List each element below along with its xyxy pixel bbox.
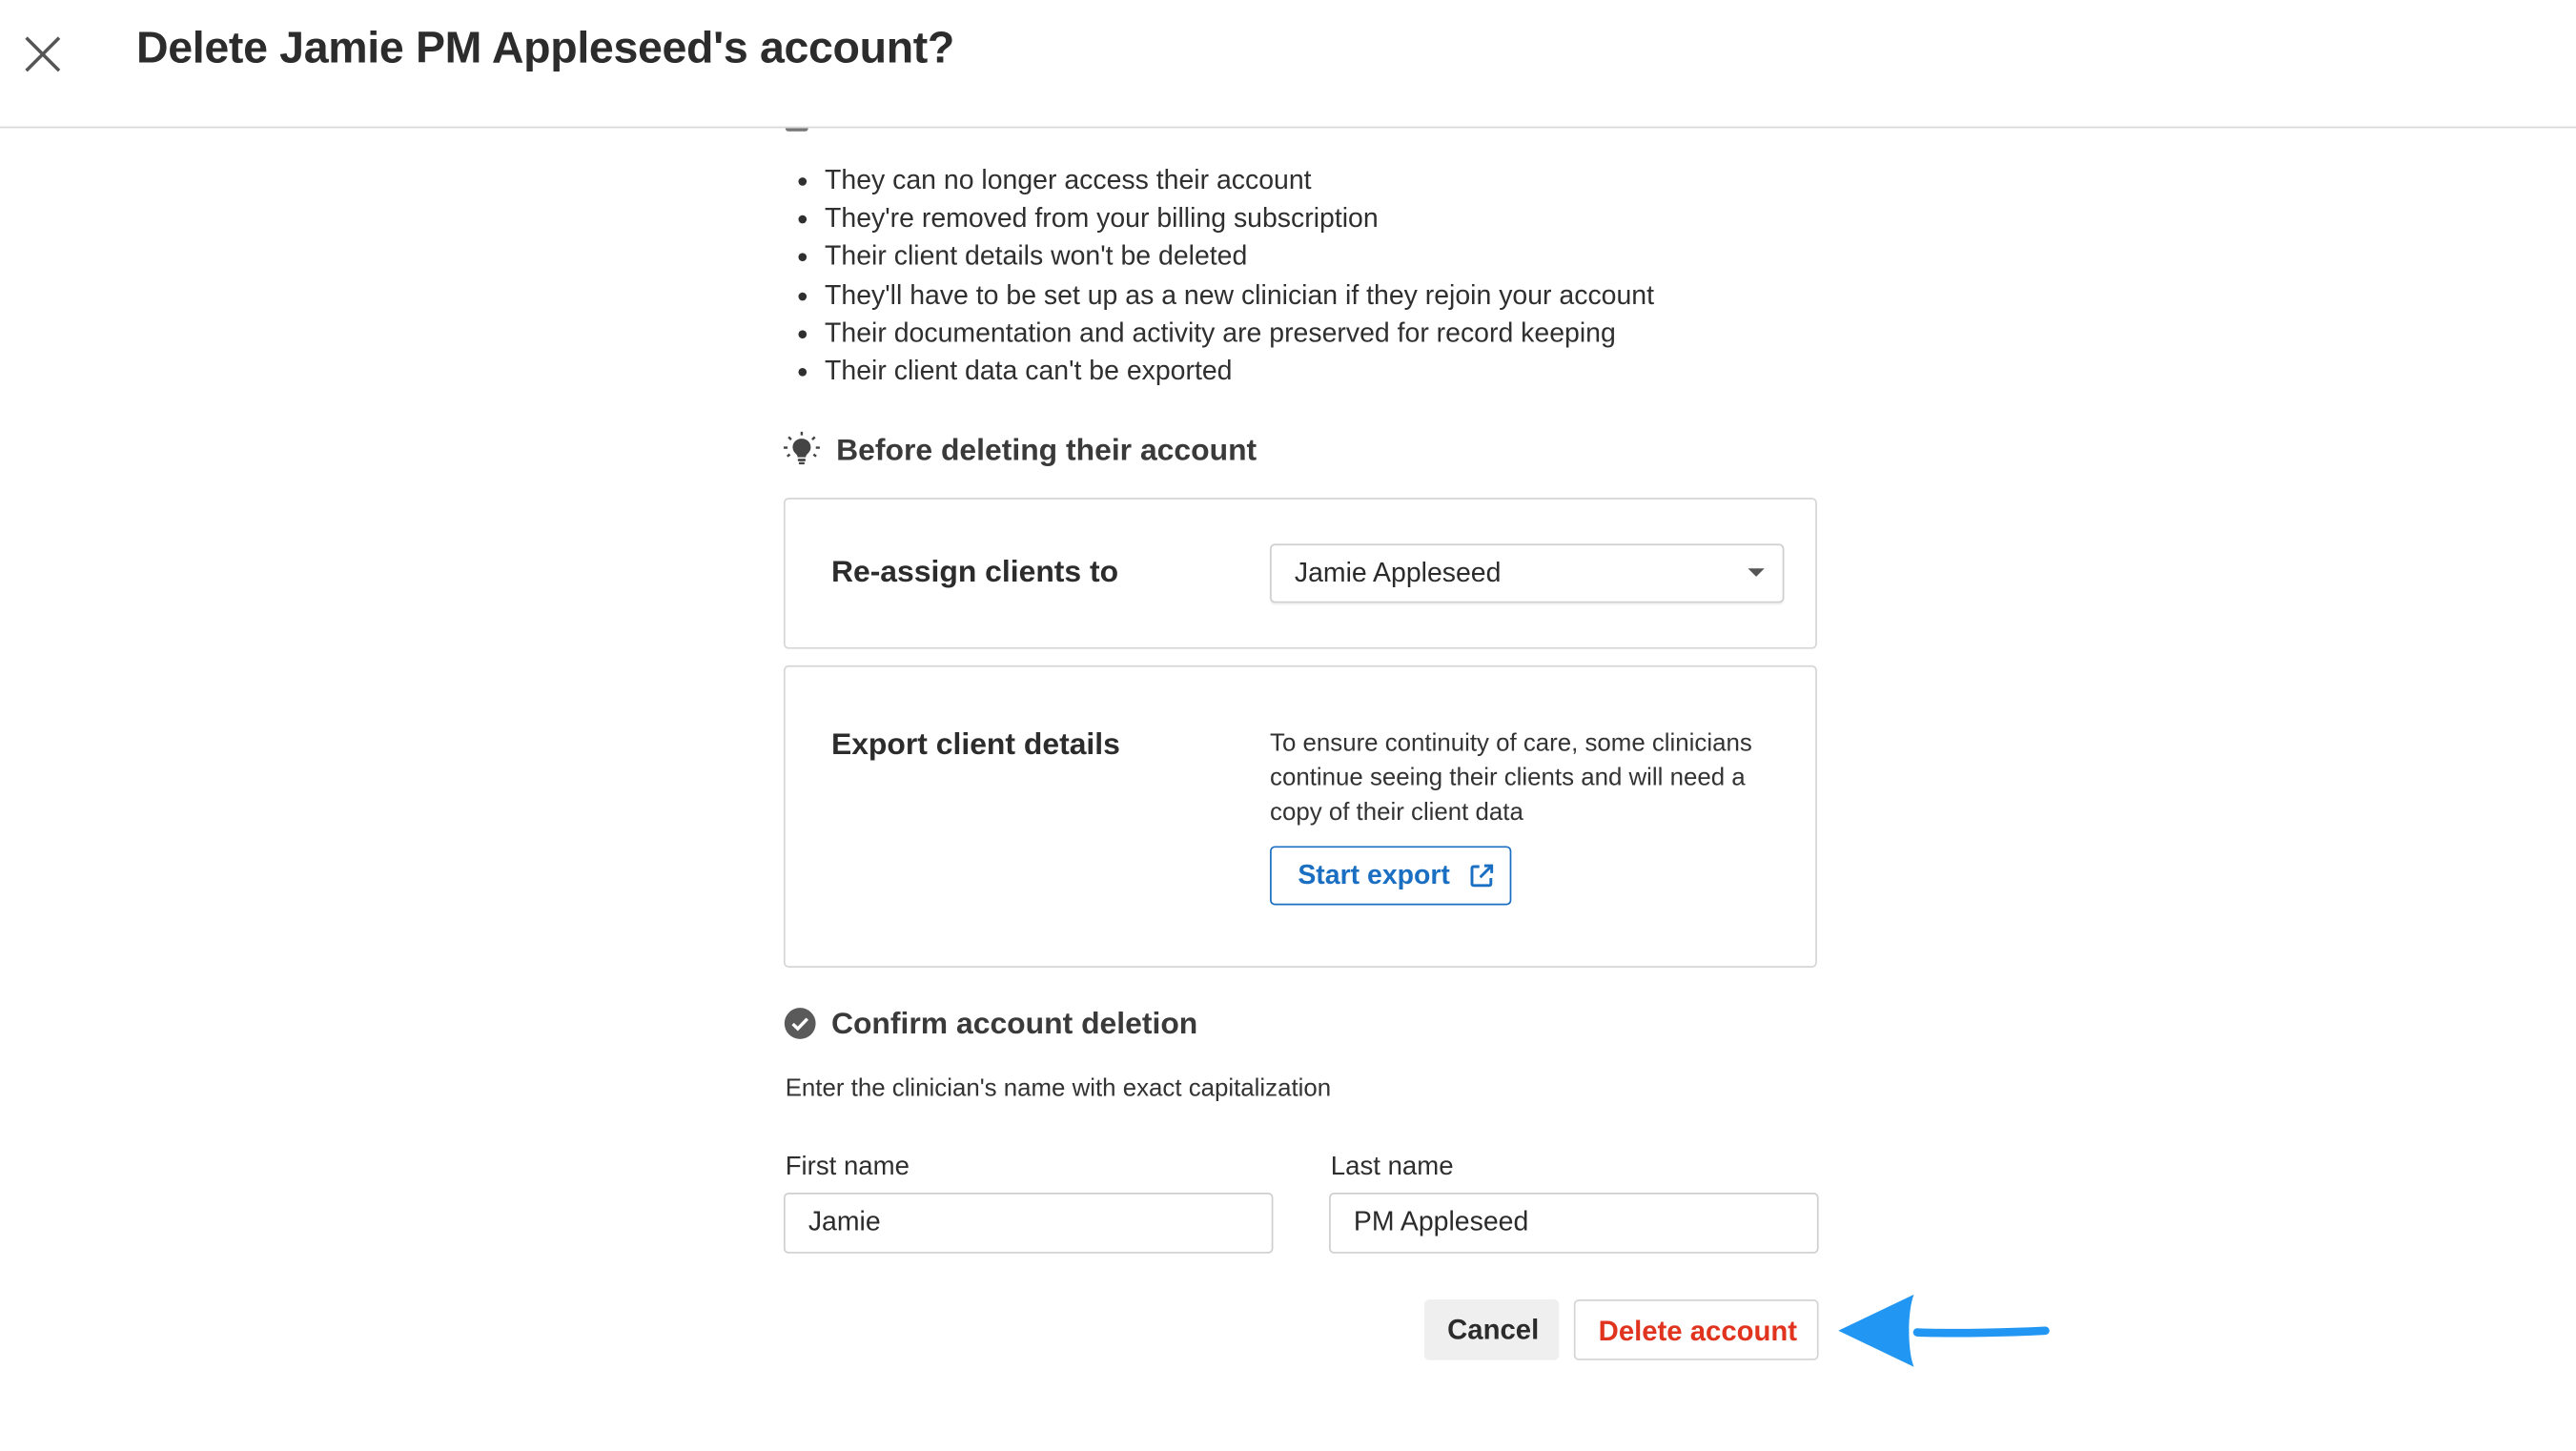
close-icon: [25, 36, 61, 72]
delete-account-label: Delete account: [1598, 1316, 1798, 1348]
last-name-label: Last name: [1330, 1153, 1454, 1181]
export-description: To ensure continuity of care, some clini…: [1270, 729, 1752, 827]
chevron-down-icon: [1748, 568, 1765, 577]
list-item: They can no longer access their account: [825, 163, 1654, 201]
list-item: They're removed from your billing subscr…: [825, 201, 1654, 239]
cancel-button[interactable]: Cancel: [1424, 1299, 1560, 1360]
reassign-selected-value: Jamie Appleseed: [1294, 558, 1502, 588]
before-deleting-heading: Before deleting their account: [836, 432, 1257, 467]
annotation-arrow-icon: [1838, 1294, 2050, 1367]
list-item: Their documentation and activity are pre…: [825, 316, 1654, 354]
confirm-instructions: Enter the clinician's name with exact ca…: [785, 1073, 1332, 1103]
first-name-label: First name: [785, 1153, 910, 1181]
dialog-header: Delete Jamie PM Appleseed's account?: [0, 0, 2576, 129]
close-button[interactable]: [20, 31, 66, 77]
confirm-deletion-heading: Confirm account deletion: [830, 1005, 1198, 1040]
delete-account-dialog: Delete Jamie PM Appleseed's account? The…: [0, 0, 2576, 1451]
first-name-input[interactable]: [783, 1193, 1274, 1254]
last-name-input[interactable]: [1329, 1193, 1819, 1254]
start-export-button[interactable]: Start export: [1270, 846, 1512, 906]
export-client-details-card: Export client details To ensure continui…: [783, 664, 1817, 968]
reassign-select[interactable]: Jamie Appleseed: [1270, 543, 1785, 603]
reassign-label: Re-assign clients to: [830, 553, 1119, 588]
check-circle-icon: [784, 1008, 816, 1039]
list-item: Their client data can't be exported: [825, 354, 1654, 392]
list-item: They'll have to be set up as a new clini…: [825, 277, 1654, 316]
start-export-label: Start export: [1298, 860, 1450, 890]
cancel-label: Cancel: [1447, 1314, 1540, 1346]
dialog-title: Delete Jamie PM Appleseed's account?: [136, 23, 954, 72]
external-link-icon: [1470, 864, 1494, 888]
export-label: Export client details: [830, 726, 1120, 761]
delete-account-button[interactable]: Delete account: [1573, 1299, 1819, 1360]
list-item: Their client details won't be deleted: [825, 239, 1654, 277]
deletion-consequences-list: They can no longer access their account …: [792, 163, 1654, 392]
reassign-clients-card: Re-assign clients to Jamie Appleseed: [783, 498, 1817, 649]
lightbulb-icon: [783, 431, 820, 465]
